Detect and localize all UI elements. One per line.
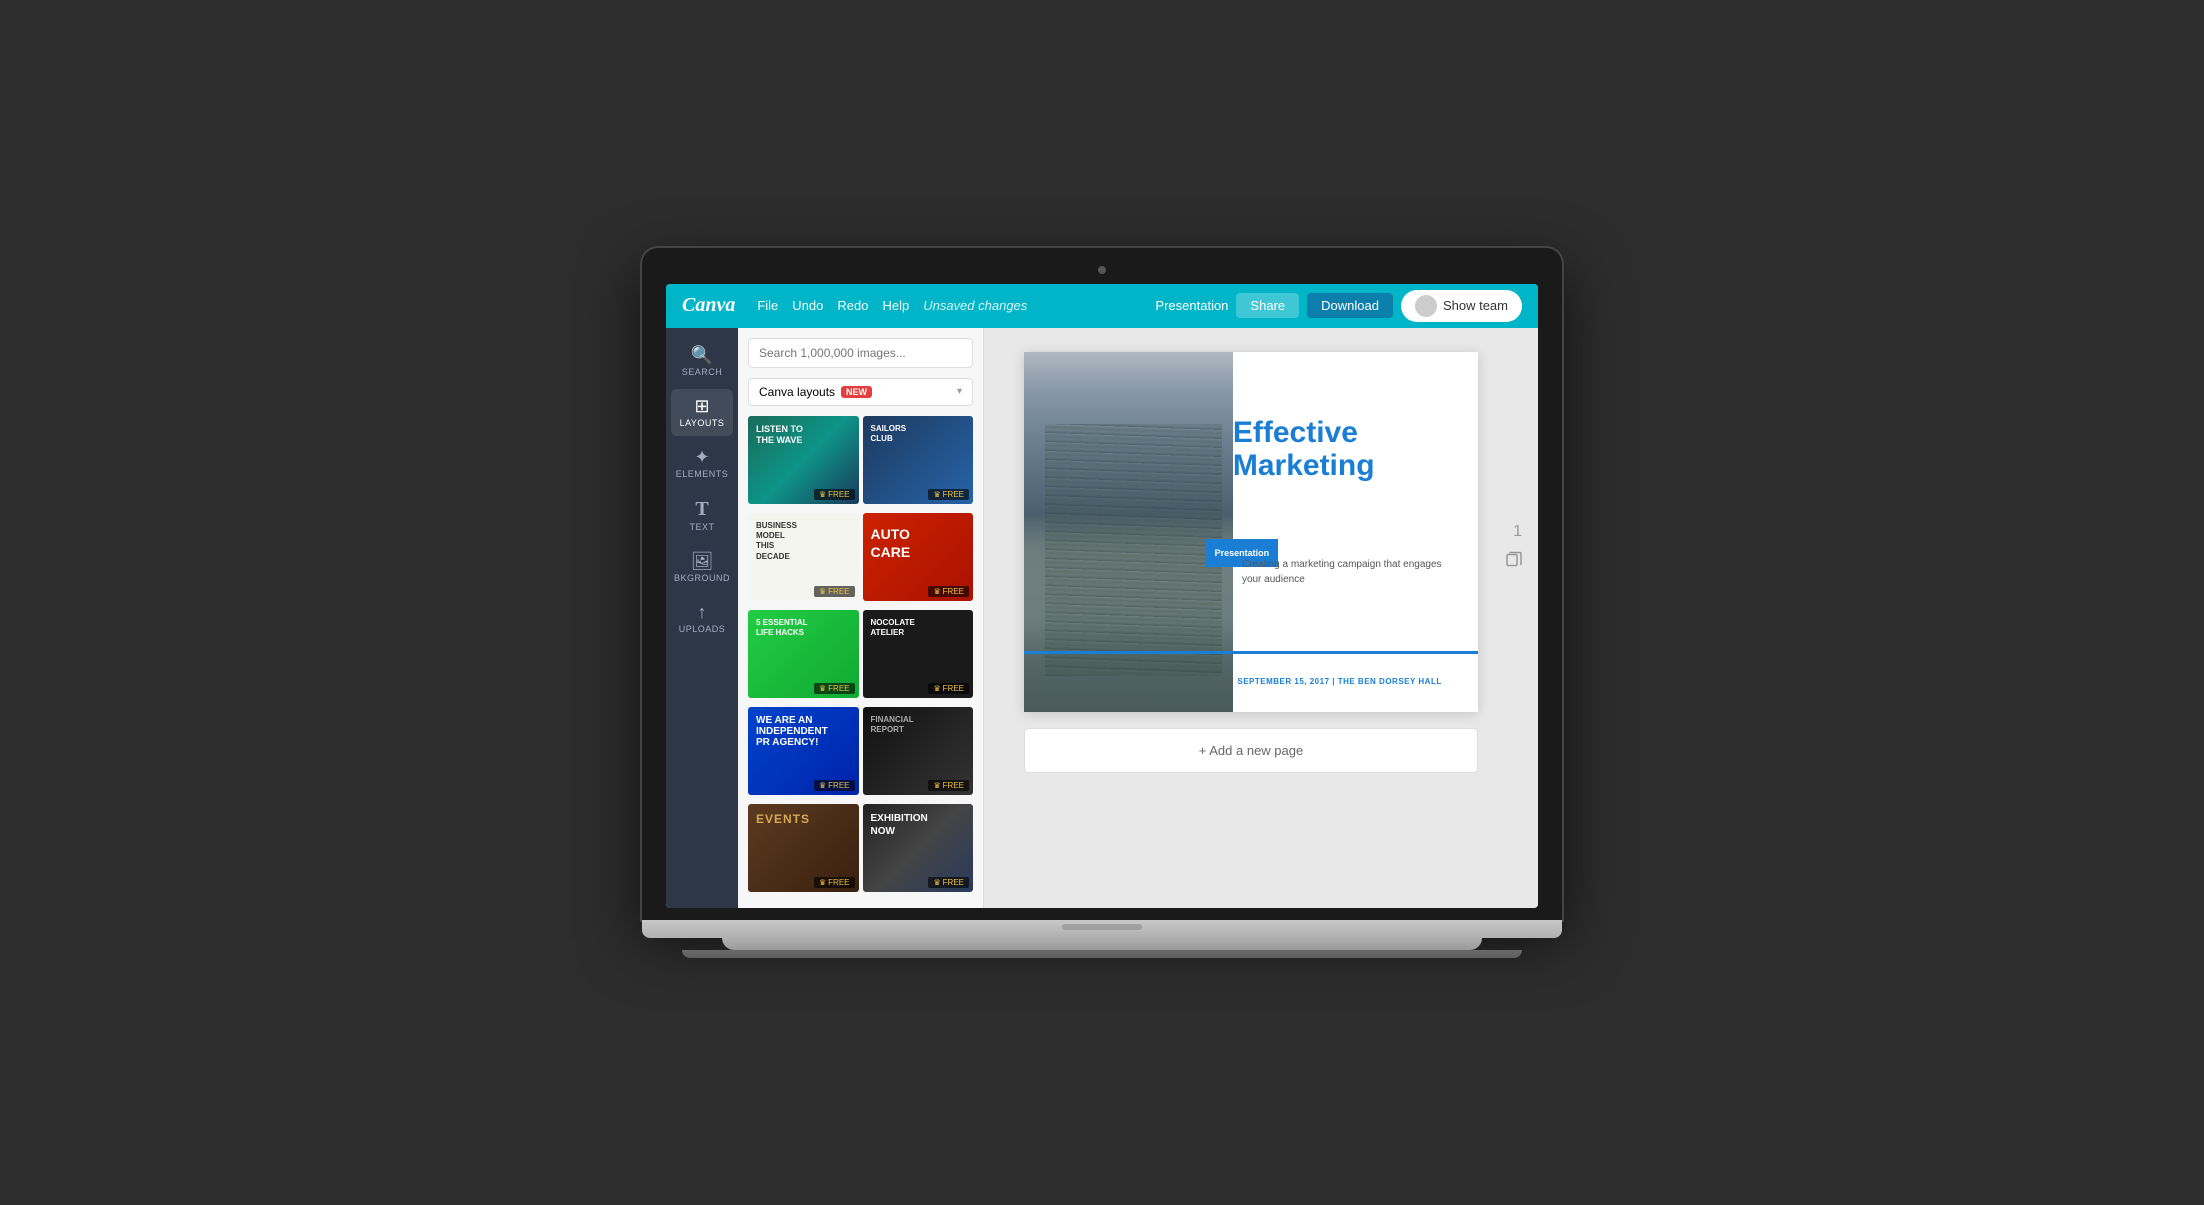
nav-unsaved-changes: Unsaved changes bbox=[923, 298, 1027, 313]
layouts-dropdown-left: Canva layouts NEW bbox=[759, 385, 872, 399]
search-input[interactable] bbox=[748, 338, 973, 368]
template-text-1: LISTEN TOTHE WAVE bbox=[756, 424, 803, 447]
show-team-button[interactable]: Show team bbox=[1401, 290, 1522, 322]
sidebar-label-text: TEXT bbox=[689, 522, 714, 532]
text-icon: T bbox=[695, 499, 708, 519]
template-text-5: 5 EssentialLife Hacks bbox=[756, 618, 808, 639]
free-badge-2: ♛ FREE bbox=[928, 489, 969, 500]
screen: Canva File Undo Redo Help Unsaved change… bbox=[666, 284, 1538, 908]
free-badge-3: ♛ FREE bbox=[814, 586, 855, 597]
free-badge-8: ♛ FREE bbox=[928, 780, 969, 791]
free-badge-9: ♛ FREE bbox=[814, 877, 855, 888]
show-team-label: Show team bbox=[1443, 298, 1508, 313]
search-icon: 🔍 bbox=[691, 346, 713, 364]
download-button[interactable]: Download bbox=[1307, 293, 1393, 318]
template-card-6[interactable]: NOCOLATEATELIER ♛ FREE bbox=[863, 610, 974, 698]
chevron-down-icon: ▾ bbox=[957, 386, 962, 397]
template-card-2[interactable]: SAILORSCLUB ♛ FREE bbox=[863, 416, 974, 504]
sidebar: 🔍 SEARCH ⊞ LAYOUTS ✦ ELEMENTS T TEXT bbox=[666, 328, 738, 908]
nav-right: Presentation Share Download Show team bbox=[1155, 290, 1522, 322]
background-icon: 🖼 bbox=[691, 552, 714, 570]
free-badge-6: ♛ FREE bbox=[928, 683, 969, 694]
laptop-base bbox=[642, 920, 1562, 938]
new-badge: NEW bbox=[841, 386, 872, 398]
free-badge-5: ♛ FREE bbox=[814, 683, 855, 694]
template-card-5[interactable]: 5 EssentialLife Hacks ♛ FREE bbox=[748, 610, 859, 698]
laptop-outer: Canva File Undo Redo Help Unsaved change… bbox=[642, 248, 1562, 958]
main-body: 🔍 SEARCH ⊞ LAYOUTS ✦ ELEMENTS T TEXT bbox=[666, 328, 1538, 908]
canvas-area: Effective Marketing Presentation Creatin… bbox=[984, 328, 1538, 908]
free-badge-1: ♛ FREE bbox=[814, 489, 855, 500]
sidebar-item-text[interactable]: T TEXT bbox=[671, 491, 733, 540]
layouts-search-container bbox=[738, 328, 983, 378]
template-card-8[interactable]: FINANCIALREPORT ♛ FREE bbox=[863, 707, 974, 795]
sidebar-item-uploads[interactable]: ↑ UPLOADS bbox=[671, 595, 733, 642]
laptop-bezel: Canva File Undo Redo Help Unsaved change… bbox=[642, 248, 1562, 920]
template-card-10[interactable]: EXHIBITIONNOW ♛ FREE bbox=[863, 804, 974, 892]
layouts-panel: Canva layouts NEW ▾ LISTEN TOTHE WAVE ♛ … bbox=[738, 328, 984, 908]
template-card-4[interactable]: AUTOCARE ♛ FREE bbox=[863, 513, 974, 601]
slide-container: Effective Marketing Presentation Creatin… bbox=[1024, 352, 1478, 712]
free-badge-10: ♛ FREE bbox=[928, 877, 969, 888]
sidebar-item-search[interactable]: 🔍 SEARCH bbox=[671, 338, 733, 385]
sidebar-item-layouts[interactable]: ⊞ LAYOUTS bbox=[671, 389, 733, 436]
copy-slide-button[interactable] bbox=[1506, 550, 1522, 569]
layouts-dropdown-label: Canva layouts bbox=[759, 385, 835, 399]
elements-icon: ✦ bbox=[694, 448, 709, 466]
template-text-7: WE ARE ANINDEPENDENTPR AGENCY! bbox=[756, 715, 828, 748]
template-text-6: NOCOLATEATELIER bbox=[871, 618, 915, 639]
nav-undo[interactable]: Undo bbox=[792, 298, 823, 313]
template-text-3: BusinessModelthisDecade bbox=[756, 521, 797, 563]
slide-right bbox=[1233, 352, 1478, 712]
uploads-icon: ↑ bbox=[698, 603, 707, 621]
layouts-icon: ⊞ bbox=[694, 397, 709, 415]
template-card-7[interactable]: WE ARE ANINDEPENDENTPR AGENCY! ♛ FREE bbox=[748, 707, 859, 795]
templates-grid: LISTEN TOTHE WAVE ♛ FREE SAILORSCLUB ♛ F… bbox=[738, 416, 983, 908]
avatar bbox=[1415, 295, 1437, 317]
slide-subtitle: Creating a marketing campaign that engag… bbox=[1242, 557, 1460, 587]
template-card-1[interactable]: LISTEN TOTHE WAVE ♛ FREE bbox=[748, 416, 859, 504]
nav-file[interactable]: File bbox=[757, 298, 778, 313]
template-card-9[interactable]: EVENTS ♛ FREE bbox=[748, 804, 859, 892]
sidebar-item-background[interactable]: 🖼 BKGROUND bbox=[671, 544, 733, 591]
slide[interactable]: Effective Marketing Presentation Creatin… bbox=[1024, 352, 1478, 712]
nav-presentation-label: Presentation bbox=[1155, 298, 1228, 313]
slide-bottom-bar bbox=[1024, 651, 1478, 654]
share-button[interactable]: Share bbox=[1236, 293, 1299, 318]
sidebar-label-uploads: UPLOADS bbox=[679, 624, 726, 634]
sidebar-label-layouts: LAYOUTS bbox=[680, 418, 725, 428]
sidebar-item-elements[interactable]: ✦ ELEMENTS bbox=[671, 440, 733, 487]
free-badge-7: ♛ FREE bbox=[814, 780, 855, 791]
template-text-8: FINANCIALREPORT bbox=[871, 715, 914, 736]
camera-dot bbox=[1098, 266, 1106, 274]
layouts-dropdown[interactable]: Canva layouts NEW ▾ bbox=[748, 378, 973, 406]
slide-date: SEPTEMBER 15, 2017 | THE BEN DORSEY HALL bbox=[1237, 677, 1441, 686]
template-text-4: AUTOCARE bbox=[871, 525, 911, 561]
nav-redo[interactable]: Redo bbox=[837, 298, 868, 313]
laptop-stand bbox=[722, 938, 1482, 950]
slide-number: 1 bbox=[1513, 523, 1522, 541]
laptop-foot bbox=[682, 950, 1522, 958]
template-text-10: EXHIBITIONNOW bbox=[871, 812, 928, 838]
free-badge-4: ♛ FREE bbox=[928, 586, 969, 597]
sidebar-label-elements: ELEMENTS bbox=[676, 469, 729, 479]
template-card-3[interactable]: BusinessModelthisDecade ♛ FREE bbox=[748, 513, 859, 601]
template-text-9: EVENTS bbox=[756, 812, 810, 828]
sidebar-label-search: SEARCH bbox=[682, 367, 723, 377]
add-page-button[interactable]: + Add a new page bbox=[1024, 728, 1478, 773]
slide-title: Effective Marketing bbox=[1233, 416, 1460, 482]
canva-logo: Canva bbox=[682, 294, 735, 317]
sidebar-label-background: BKGROUND bbox=[674, 573, 730, 583]
template-text-2: SAILORSCLUB bbox=[871, 424, 907, 445]
topnav: Canva File Undo Redo Help Unsaved change… bbox=[666, 284, 1538, 328]
nav-help[interactable]: Help bbox=[882, 298, 909, 313]
slide-image bbox=[1024, 352, 1233, 712]
